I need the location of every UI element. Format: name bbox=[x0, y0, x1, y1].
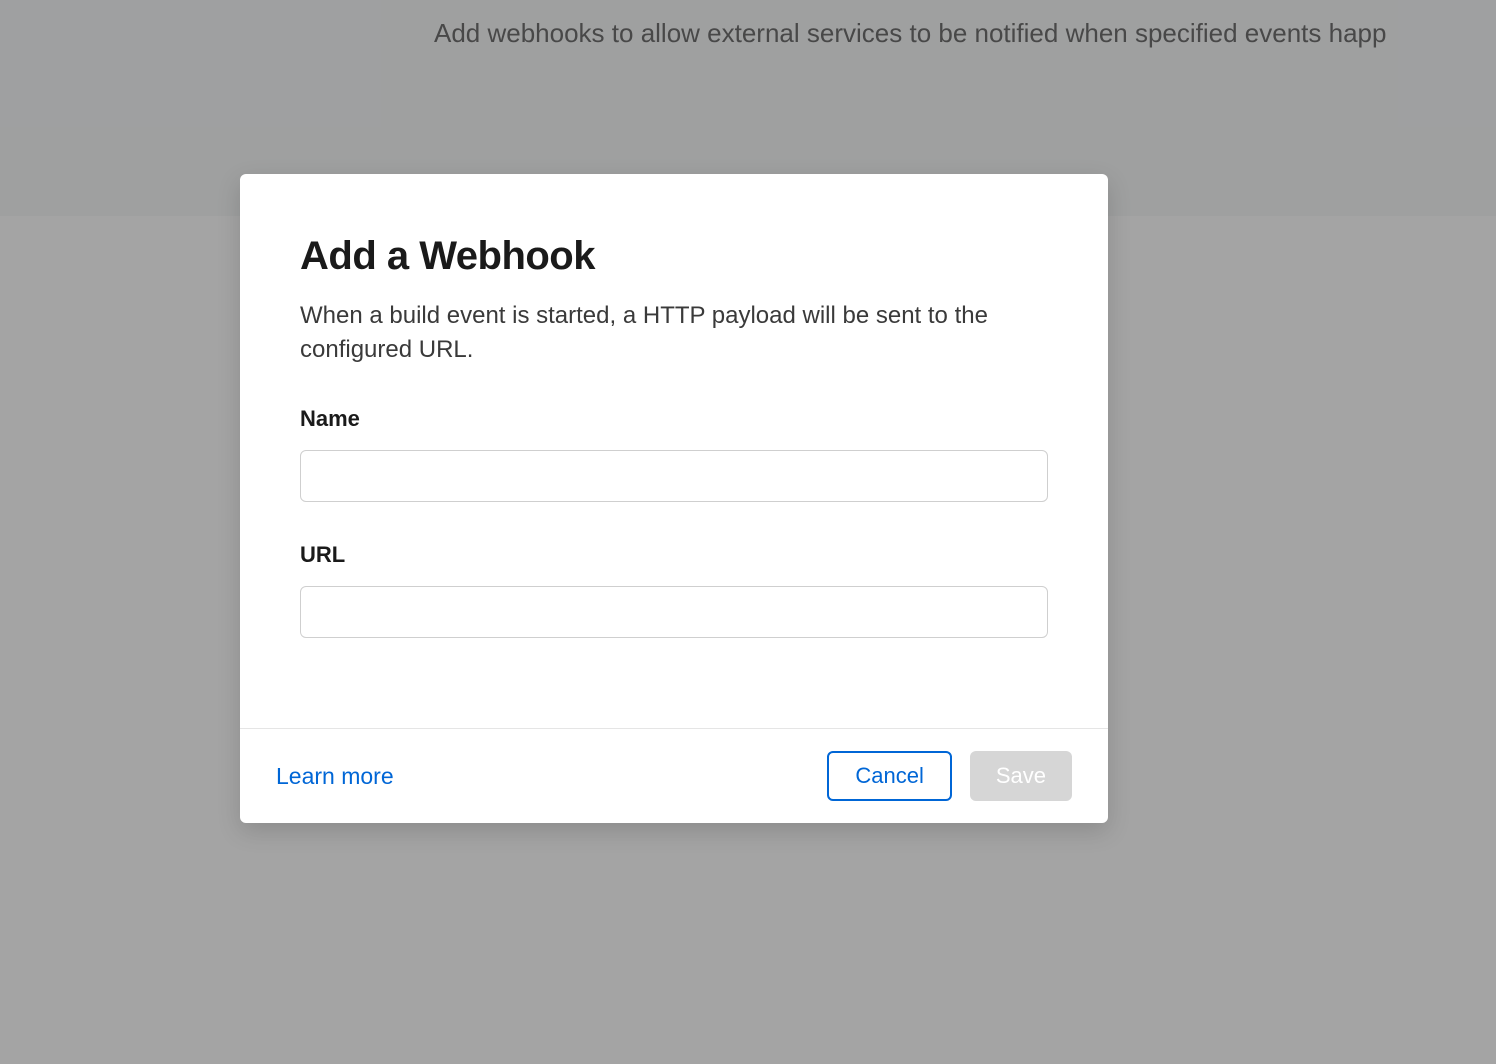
cancel-button[interactable]: Cancel bbox=[827, 751, 951, 801]
add-webhook-modal: Add a Webhook When a build event is star… bbox=[240, 174, 1108, 823]
url-field-group: URL bbox=[300, 542, 1048, 638]
modal-footer: Learn more Cancel Save bbox=[240, 728, 1108, 823]
footer-buttons: Cancel Save bbox=[827, 751, 1072, 801]
url-input[interactable] bbox=[300, 586, 1048, 638]
modal-body: Add a Webhook When a build event is star… bbox=[240, 174, 1108, 728]
modal-title: Add a Webhook bbox=[300, 234, 1048, 279]
name-field-group: Name bbox=[300, 406, 1048, 502]
learn-more-link[interactable]: Learn more bbox=[276, 763, 394, 790]
name-input[interactable] bbox=[300, 450, 1048, 502]
modal-description: When a build event is started, a HTTP pa… bbox=[300, 299, 1000, 366]
save-button[interactable]: Save bbox=[970, 751, 1072, 801]
name-field-label: Name bbox=[300, 406, 1048, 432]
url-field-label: URL bbox=[300, 542, 1048, 568]
